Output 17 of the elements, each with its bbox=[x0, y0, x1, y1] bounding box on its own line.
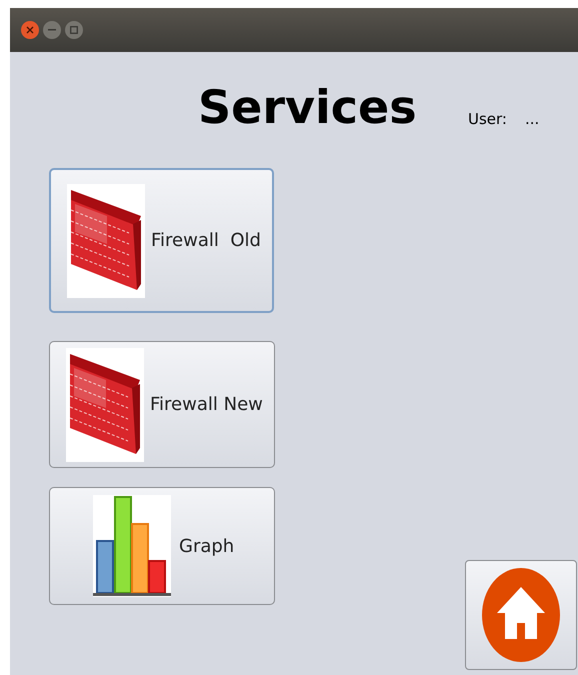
home-icon bbox=[481, 567, 561, 663]
close-icon bbox=[26, 26, 34, 34]
brick-wall-icon bbox=[67, 184, 145, 298]
page-title: Services bbox=[198, 84, 418, 130]
service-button[interactable]: Graph bbox=[49, 487, 275, 605]
brick-wall-icon bbox=[66, 348, 144, 462]
close-button[interactable] bbox=[21, 21, 39, 39]
bar-chart-icon bbox=[93, 495, 171, 597]
user-label: User: bbox=[468, 108, 507, 130]
home-button[interactable] bbox=[465, 560, 577, 670]
user-name: ... bbox=[524, 108, 540, 130]
maximize-icon bbox=[70, 26, 78, 34]
maximize-button[interactable] bbox=[65, 21, 83, 39]
service-button[interactable]: Firewall New bbox=[49, 341, 275, 468]
minimize-button[interactable] bbox=[43, 21, 61, 39]
minimize-icon bbox=[48, 29, 56, 31]
service-button[interactable]: Firewall Old bbox=[49, 168, 274, 313]
